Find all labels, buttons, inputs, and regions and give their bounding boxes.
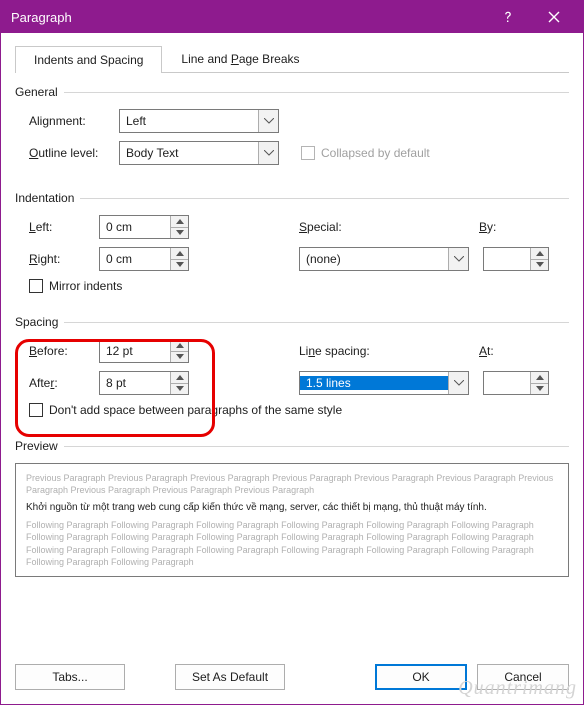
help-button[interactable] [485,1,531,33]
spin-down-icon[interactable] [171,352,188,363]
tabs-button[interactable]: Tabs... [15,664,125,690]
special-select[interactable]: (none) [299,247,469,271]
legend-general: General [15,85,58,99]
dialog-buttons: Tabs... Set As Default OK Cancel [15,650,569,690]
outline-label: Outline level: [29,146,119,160]
chevron-down-icon [258,142,278,164]
line-spacing-select[interactable]: 1.5 lines [299,371,469,395]
spin-up-icon[interactable] [171,248,188,260]
dont-add-space-checkbox[interactable]: Don't add space between paragraphs of th… [29,403,342,417]
chevron-down-icon [448,248,468,270]
outline-select[interactable]: Body Text [119,141,279,165]
alignment-select[interactable]: Left [119,109,279,133]
chevron-down-icon [258,110,278,132]
spin-up-icon[interactable] [171,340,188,352]
line-spacing-label: Line spacing: [299,344,389,358]
spin-down-icon[interactable] [171,384,188,395]
left-spinner[interactable]: 0 cm [99,215,189,239]
legend-preview: Preview [15,439,58,453]
legend-indentation: Indentation [15,191,74,205]
section-general: General Alignment: Left Outline level: B… [15,85,569,173]
right-spinner[interactable]: 0 cm [99,247,189,271]
tab-indents-spacing[interactable]: Indents and Spacing [15,46,162,73]
preview-following-text: Following Paragraph Following Paragraph … [26,519,558,568]
after-label: After: [29,376,99,390]
at-label: At: [479,344,519,358]
spin-down-icon[interactable] [531,260,548,271]
checkbox-icon [29,403,43,417]
checkbox-icon [29,279,43,293]
client-area: Indents and Spacing Line and Page Breaks… [1,33,583,704]
spin-up-icon[interactable] [531,248,548,260]
spin-down-icon[interactable] [531,384,548,395]
set-default-button[interactable]: Set As Default [175,664,285,690]
by-label: By: [479,220,519,234]
spin-down-icon[interactable] [171,228,188,239]
before-spinner[interactable]: 12 pt [99,339,189,363]
left-label: Left: [29,220,99,234]
titlebar: Paragraph [1,1,583,33]
tab-strip: Indents and Spacing Line and Page Breaks [15,45,569,73]
mirror-checkbox[interactable]: Mirror indents [29,279,122,293]
legend-spacing: Spacing [15,315,58,329]
spin-up-icon[interactable] [531,372,548,384]
special-label: Special: [299,220,369,234]
spin-down-icon[interactable] [171,260,188,271]
chevron-down-icon [448,372,468,394]
section-indentation: Indentation Left: 0 cm Special: By: Righ… [15,191,569,301]
section-preview: Preview Previous Paragraph Previous Para… [15,439,569,577]
preview-prev-text: Previous Paragraph Previous Paragraph Pr… [26,472,558,496]
preview-box: Previous Paragraph Previous Paragraph Pr… [15,463,569,577]
spin-up-icon[interactable] [171,216,188,228]
collapsed-checkbox: Collapsed by default [301,146,430,160]
after-spinner[interactable]: 8 pt [99,371,189,395]
section-spacing: Spacing Before: 12 pt Line spacing: At: … [15,315,569,425]
right-label: Right: [29,252,99,266]
tab-line-page-breaks[interactable]: Line and Page Breaks [162,45,318,72]
preview-sample-text: Khởi nguồn từ một trang web cung cấp kiế… [26,502,558,513]
before-label: Before: [29,344,99,358]
alignment-label: Alignment: [29,114,119,128]
close-button[interactable] [531,1,577,33]
paragraph-dialog: Paragraph Indents and Spacing Line and P… [0,0,584,705]
spin-up-icon[interactable] [171,372,188,384]
by-spinner[interactable] [483,247,549,271]
close-icon [548,11,560,23]
cancel-button[interactable]: Cancel [477,664,569,690]
help-icon [501,10,515,24]
at-spinner[interactable] [483,371,549,395]
checkbox-icon [301,146,315,160]
ok-button[interactable]: OK [375,664,467,690]
window-title: Paragraph [11,10,485,25]
